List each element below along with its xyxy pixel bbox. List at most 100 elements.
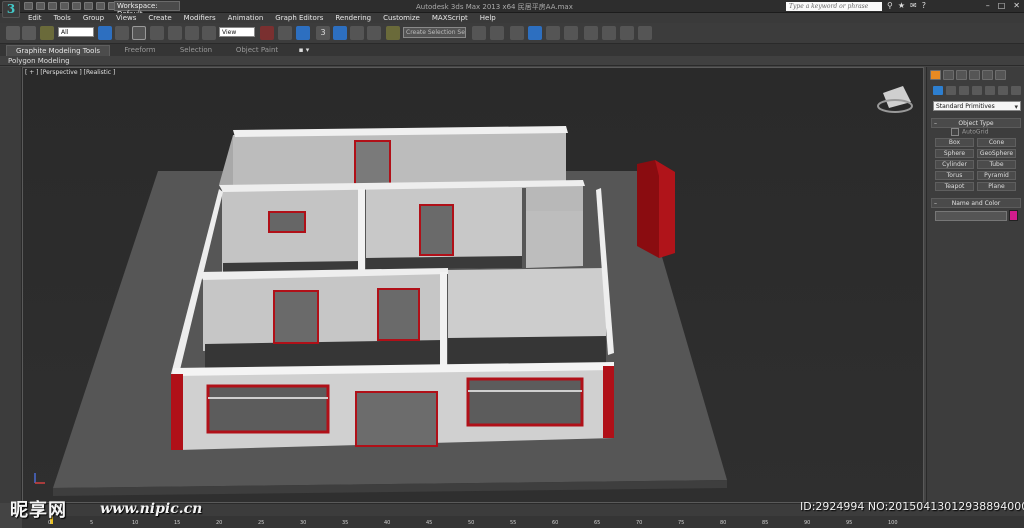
reference-coordinate-dropdown[interactable]: View: [219, 27, 255, 37]
helpers-icon[interactable]: [985, 86, 995, 95]
hold-icon[interactable]: [84, 2, 93, 10]
move-icon[interactable]: [168, 26, 182, 40]
layer-manager-icon[interactable]: [510, 26, 524, 40]
cylinder-button[interactable]: Cylinder: [935, 160, 974, 169]
app-menu-button[interactable]: 3: [2, 1, 20, 18]
redo-icon[interactable]: [72, 2, 81, 10]
object-name-field[interactable]: [935, 211, 1007, 221]
bind-space-warp-icon[interactable]: [40, 26, 54, 40]
object-color-swatch[interactable]: [1009, 210, 1018, 221]
tab-graphite-modeling-tools[interactable]: Graphite Modeling Tools: [6, 45, 110, 56]
minimize-button[interactable]: –: [986, 1, 990, 10]
box-button[interactable]: Box: [935, 138, 974, 147]
menu-group[interactable]: Group: [83, 13, 104, 23]
primitive-category-dropdown[interactable]: Standard Primitives: [933, 101, 1021, 112]
motion-tab-icon[interactable]: [969, 70, 980, 80]
menu-tools[interactable]: Tools: [54, 13, 71, 23]
space-warps-icon[interactable]: [998, 86, 1008, 95]
modify-tab-icon[interactable]: [943, 70, 954, 80]
menu-modifiers[interactable]: Modifiers: [184, 13, 216, 23]
display-tab-icon[interactable]: [982, 70, 993, 80]
select-by-name-icon[interactable]: [115, 26, 129, 40]
utilities-tab-icon[interactable]: [995, 70, 1006, 80]
menu-help[interactable]: Help: [480, 13, 496, 23]
menu-graph-editors[interactable]: Graph Editors: [275, 13, 323, 23]
teapot-button[interactable]: Teapot: [935, 182, 974, 191]
cone-button[interactable]: Cone: [977, 138, 1016, 147]
material-editor-icon[interactable]: [584, 26, 598, 40]
hierarchy-tab-icon[interactable]: [956, 70, 967, 80]
torus-button[interactable]: Torus: [935, 171, 974, 180]
quick-access-toolbar: [24, 2, 117, 10]
create-tab-icon[interactable]: [930, 70, 941, 80]
select-manipulate-icon[interactable]: [278, 26, 292, 40]
object-type-rollout[interactable]: Object Type: [931, 118, 1021, 128]
selection-filter-dropdown[interactable]: All: [58, 27, 94, 37]
align-icon[interactable]: [490, 26, 504, 40]
geometry-icon[interactable]: [933, 86, 943, 95]
perspective-viewport[interactable]: [ + ] [Perspective ] [Realistic ]: [22, 67, 924, 503]
pivot-center-icon[interactable]: [260, 26, 274, 40]
ribbon-panel-label[interactable]: Polygon Modeling: [8, 56, 70, 66]
ribbon-options-button[interactable]: ▪ ▾: [292, 45, 316, 56]
fetch-icon[interactable]: [96, 2, 105, 10]
close-button[interactable]: ✕: [1013, 1, 1020, 10]
mirror-icon[interactable]: [472, 26, 486, 40]
open-file-icon[interactable]: [36, 2, 45, 10]
tab-selection[interactable]: Selection: [170, 45, 222, 56]
communication-icon[interactable]: ✉: [910, 1, 917, 10]
keyboard-shortcut-icon[interactable]: [296, 26, 310, 40]
rotate-icon[interactable]: [185, 26, 199, 40]
tab-freeform[interactable]: Freeform: [112, 45, 168, 56]
save-file-icon[interactable]: [48, 2, 57, 10]
geosphere-button[interactable]: GeoSphere: [977, 149, 1016, 158]
menu-customize[interactable]: Customize: [383, 13, 420, 23]
select-object-icon[interactable]: [98, 26, 112, 40]
tube-button[interactable]: Tube: [977, 160, 1016, 169]
scale-icon[interactable]: [202, 26, 216, 40]
curve-editor-icon[interactable]: [546, 26, 560, 40]
track-bar[interactable]: 0 5 10 15 20 25 30 35 40 45 50 55 60 65 …: [22, 516, 1024, 528]
lights-icon[interactable]: [959, 86, 969, 95]
cameras-icon[interactable]: [972, 86, 982, 95]
render-setup-icon[interactable]: [602, 26, 616, 40]
menu-create[interactable]: Create: [148, 13, 171, 23]
rectangular-selection-icon[interactable]: [132, 26, 146, 40]
schematic-view-icon[interactable]: [564, 26, 578, 40]
pyramid-button[interactable]: Pyramid: [977, 171, 1016, 180]
workspace-dropdown[interactable]: Workspace: Default: [114, 1, 180, 18]
edit-named-selection-icon[interactable]: [386, 26, 400, 40]
menu-animation[interactable]: Animation: [228, 13, 264, 23]
percent-snap-icon[interactable]: [350, 26, 364, 40]
subscription-icon[interactable]: ★: [898, 1, 905, 10]
menu-rendering[interactable]: Rendering: [335, 13, 371, 23]
unlink-icon[interactable]: [22, 26, 36, 40]
link-icon[interactable]: [6, 26, 20, 40]
window-crossing-icon[interactable]: [150, 26, 164, 40]
graphite-toggle-icon[interactable]: [528, 26, 542, 40]
search-input[interactable]: Type a keyword or phrase: [786, 2, 882, 11]
search-icon[interactable]: ⚲: [887, 1, 893, 10]
new-file-icon[interactable]: [24, 2, 33, 10]
undo-icon[interactable]: [60, 2, 69, 10]
plane-button[interactable]: Plane: [977, 182, 1016, 191]
shapes-icon[interactable]: [946, 86, 956, 95]
sphere-button[interactable]: Sphere: [935, 149, 974, 158]
autogrid-checkbox[interactable]: AutoGrid: [951, 128, 989, 136]
systems-icon[interactable]: [1011, 86, 1021, 95]
viewcube-icon[interactable]: [883, 86, 911, 108]
render-production-icon[interactable]: [638, 26, 652, 40]
rendered-frame-window-icon[interactable]: [620, 26, 634, 40]
tab-object-paint[interactable]: Object Paint: [226, 45, 288, 56]
menu-views[interactable]: Views: [116, 13, 136, 23]
spinner-snap-icon[interactable]: [367, 26, 381, 40]
menu-edit[interactable]: Edit: [28, 13, 42, 23]
name-and-color-rollout[interactable]: Name and Color: [931, 198, 1021, 208]
maximize-button[interactable]: □: [998, 1, 1006, 10]
snaps-toggle-icon[interactable]: 3: [316, 26, 330, 40]
menu-maxscript[interactable]: MAXScript: [432, 13, 468, 23]
angle-snap-icon[interactable]: [333, 26, 347, 40]
front-window-left: [206, 384, 330, 434]
named-selection-set-dropdown[interactable]: Create Selection Se: [403, 27, 466, 38]
help-icon[interactable]: ?: [922, 1, 926, 10]
